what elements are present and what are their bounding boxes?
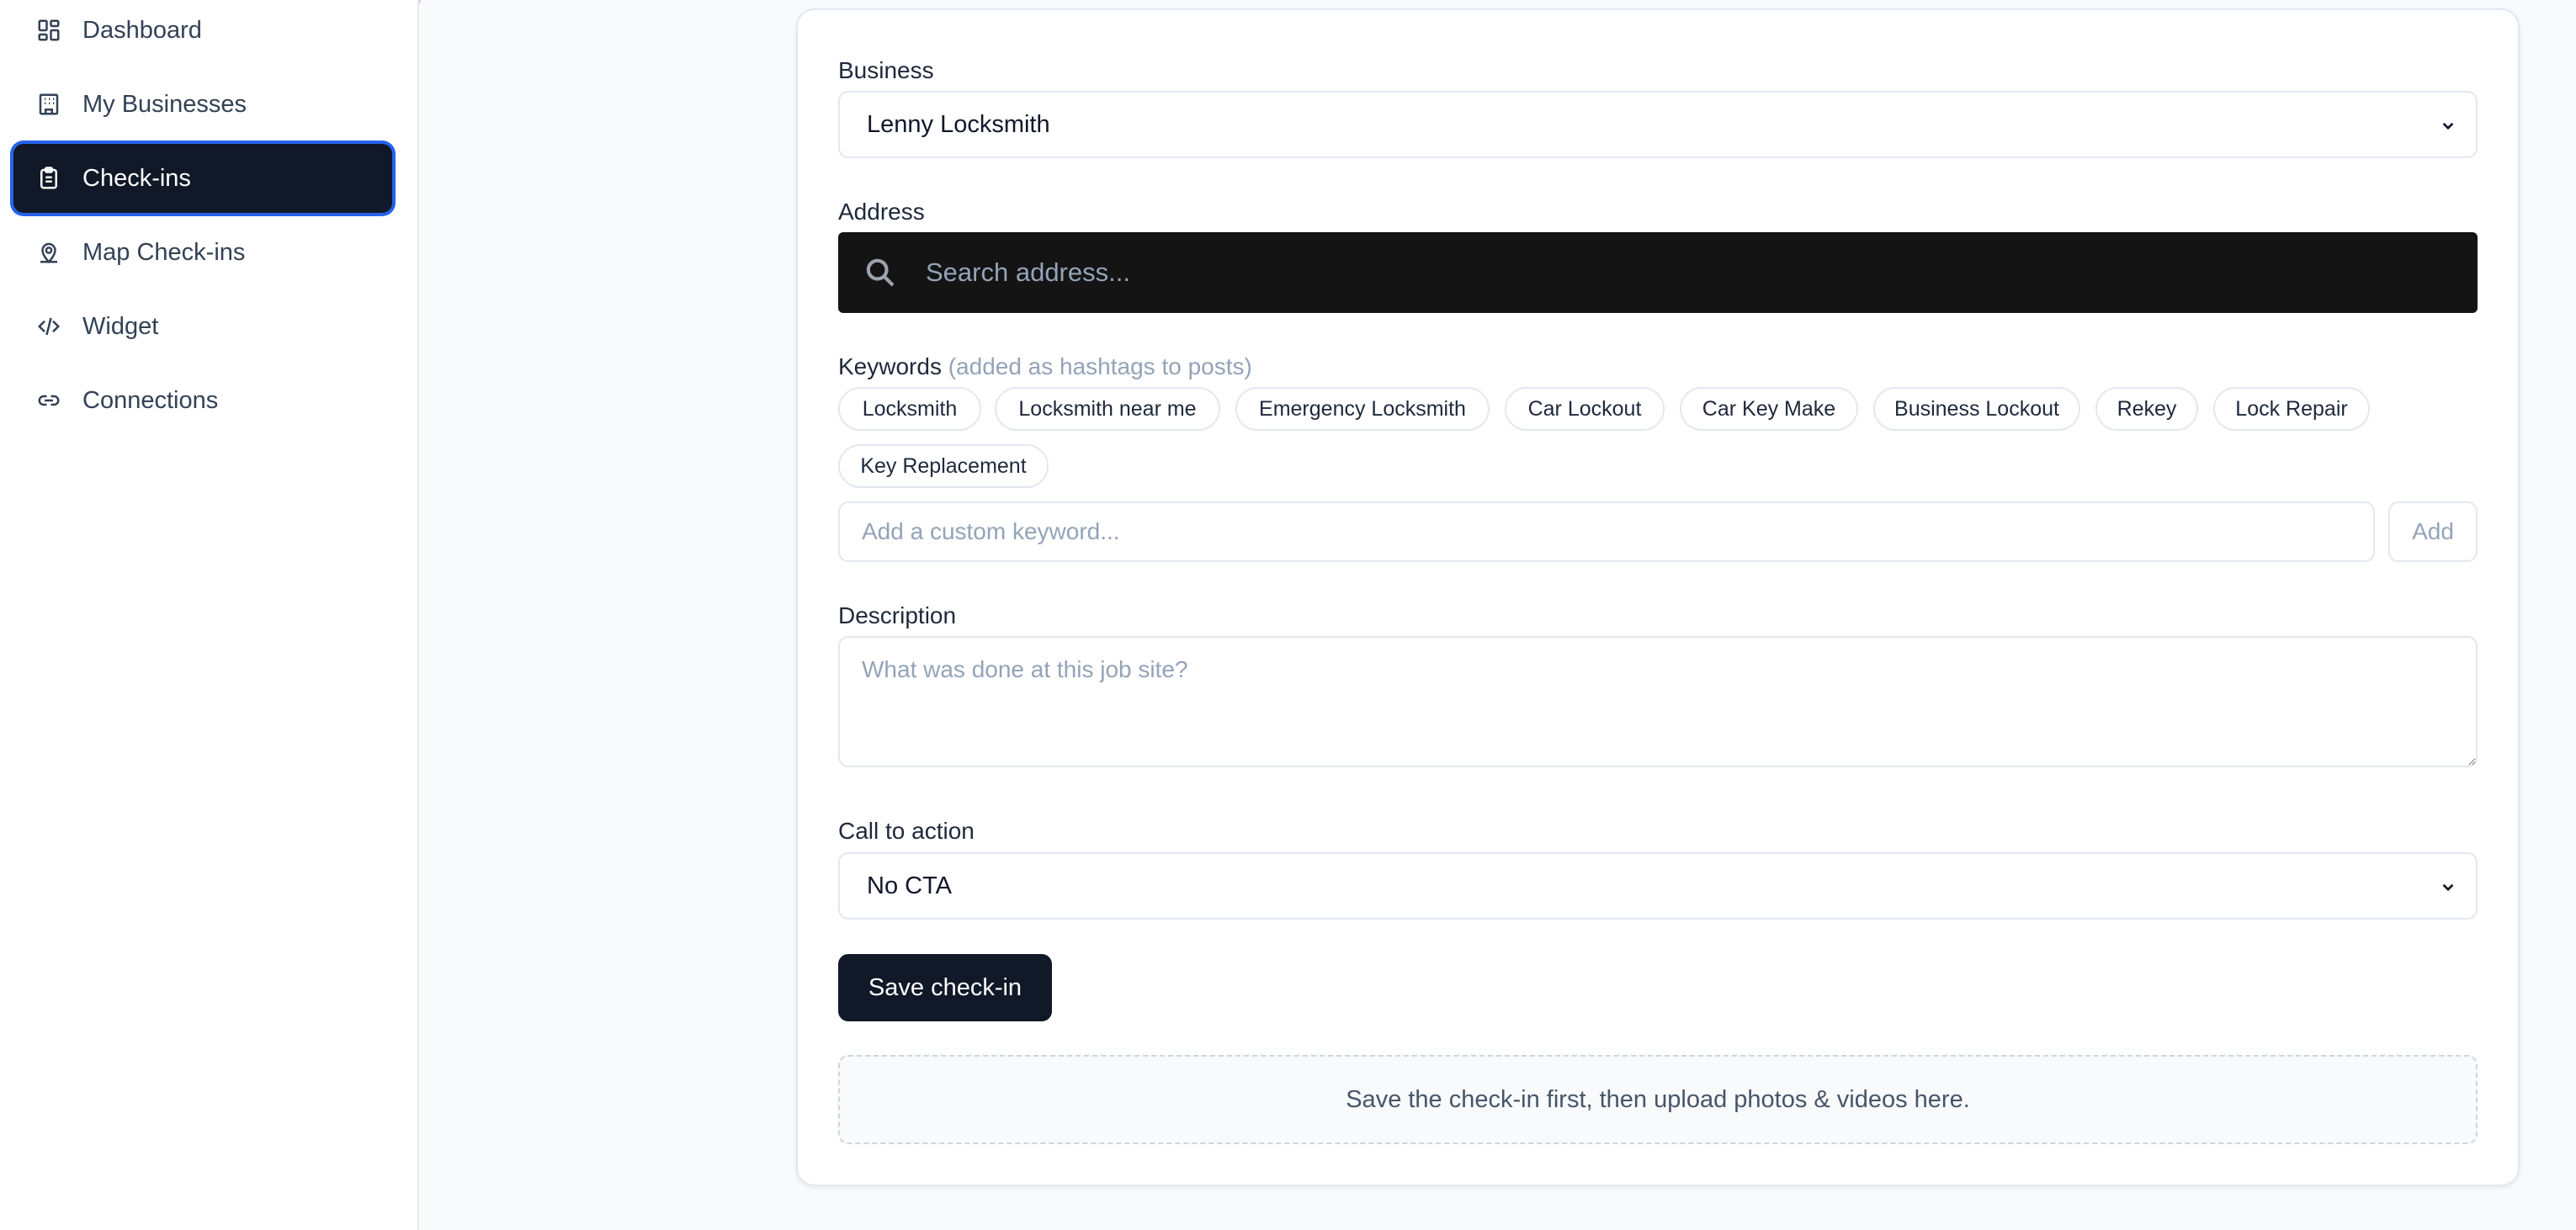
cta-label: Call to action xyxy=(838,818,975,844)
media-upload-zone: Save the check-in first, then upload pho… xyxy=(838,1055,2478,1144)
sidebar-item-label: Connections xyxy=(82,386,219,414)
sidebar-item-my-businesses[interactable]: My Businesses xyxy=(13,70,392,139)
sidebar-item-label: Widget xyxy=(82,312,159,340)
address-search-box xyxy=(838,232,2478,313)
sidebar-item-label: My Businesses xyxy=(82,90,247,118)
save-check-in-button[interactable]: Save check-in xyxy=(838,954,1052,1021)
description-textarea[interactable] xyxy=(838,636,2478,767)
clipboard-icon xyxy=(34,163,64,194)
business-label: Business xyxy=(838,57,934,83)
keyword-chip-car-lockout[interactable]: Car Lockout xyxy=(1505,387,1665,431)
keyword-chip-locksmith-near-me[interactable]: Locksmith near me xyxy=(995,387,1220,431)
map-pin-icon xyxy=(34,237,64,268)
business-select[interactable]: Lenny Locksmith xyxy=(838,91,2478,158)
description-label: Description xyxy=(838,602,957,628)
building-icon xyxy=(34,89,64,119)
chevron-down-icon xyxy=(2442,122,2454,130)
sidebar-item-label: Map Check-ins xyxy=(82,238,246,266)
search-icon xyxy=(866,258,895,287)
sidebar-item-dashboard[interactable]: Dashboard xyxy=(13,0,392,65)
sidebar-item-widget[interactable]: Widget xyxy=(13,292,392,361)
sidebar-item-label: Check-ins xyxy=(82,164,191,192)
address-search-input[interactable] xyxy=(926,257,2356,288)
keywords-label-text: Keywords xyxy=(838,353,942,379)
keyword-chip-locksmith[interactable]: Locksmith xyxy=(838,387,981,431)
dashboard-icon xyxy=(34,15,64,45)
sidebar: Dashboard My Businesses Check-ins Map Ch… xyxy=(0,0,419,1230)
keyword-chip-lock-repair[interactable]: Lock Repair xyxy=(2213,387,2370,431)
link-icon xyxy=(34,385,64,416)
keyword-chip-business-lockout[interactable]: Business Lockout xyxy=(1873,387,2080,431)
sidebar-item-connections[interactable]: Connections xyxy=(13,366,392,435)
sidebar-item-map-check-ins[interactable]: Map Check-ins xyxy=(13,218,392,287)
check-in-form-card xyxy=(796,8,2520,1186)
upload-note: Save the check-in first, then upload pho… xyxy=(1346,1085,1970,1113)
keywords-label: Keywords (added as hashtags to posts) xyxy=(838,353,1252,380)
sidebar-item-label: Dashboard xyxy=(82,16,202,44)
code-icon xyxy=(34,311,64,342)
custom-keyword-input[interactable] xyxy=(838,501,2375,562)
add-keyword-button[interactable]: Add xyxy=(2388,501,2478,562)
chevron-down-icon xyxy=(2442,883,2454,892)
address-label: Address xyxy=(838,199,925,225)
keyword-chip-rekey[interactable]: Rekey xyxy=(2095,387,2198,431)
keyword-chip-car-key-make[interactable]: Car Key Make xyxy=(1680,387,1858,431)
keyword-chip-emergency-locksmith[interactable]: Emergency Locksmith xyxy=(1235,387,1490,431)
keywords-hint: (added as hashtags to posts) xyxy=(948,353,1252,379)
cta-select-value: No CTA xyxy=(867,872,952,899)
cta-select[interactable]: No CTA xyxy=(838,852,2478,920)
business-select-value: Lenny Locksmith xyxy=(867,110,1050,138)
keyword-chip-key-replacement[interactable]: Key Replacement xyxy=(838,444,1049,488)
sidebar-item-check-ins[interactable]: Check-ins xyxy=(13,144,392,213)
